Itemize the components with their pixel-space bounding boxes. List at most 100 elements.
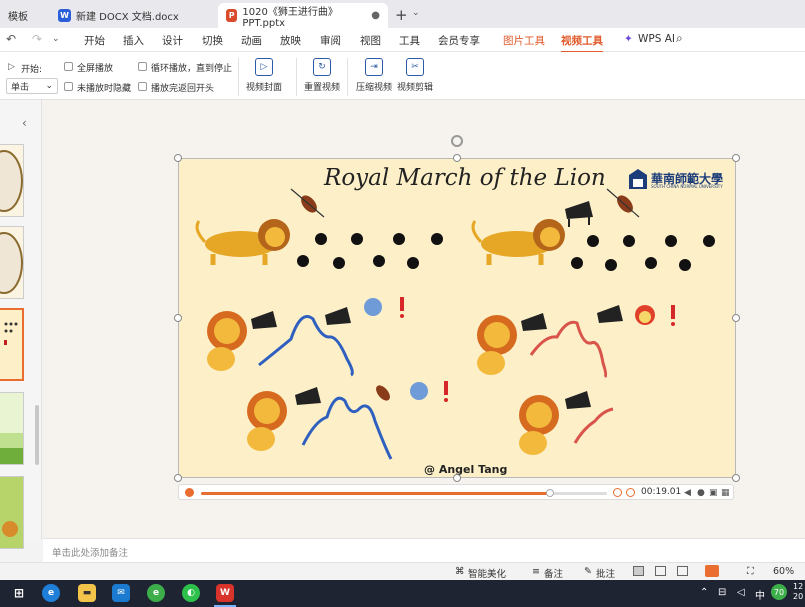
green-app-icon[interactable]: e [147, 584, 165, 602]
edge-icon[interactable]: e [42, 584, 60, 602]
tab-label: 1020《狮王进行曲》PPT.pptx [242, 6, 338, 29]
menu-start[interactable]: 开始 [84, 33, 105, 48]
menu-video-tools[interactable]: 视频工具 [561, 33, 603, 53]
video-time: 00:19.01 [641, 487, 682, 497]
bird-icon [364, 298, 382, 316]
video-slide[interactable]: Royal March of the Lion 華南師範大學 SOUTH CHI… [178, 158, 736, 478]
comments-button[interactable]: 批注 [596, 566, 615, 580]
resize-handle[interactable] [174, 154, 182, 162]
resize-handle[interactable] [174, 474, 182, 482]
sorter-view-icon[interactable] [655, 566, 666, 576]
hide-checkbox[interactable] [64, 82, 73, 91]
start-select[interactable]: 单击 ⌄ [6, 78, 58, 94]
forward-button[interactable] [626, 488, 635, 497]
notes-pane[interactable]: 单击此处添加备注 [43, 538, 805, 562]
settings-icon[interactable]: ▣ [709, 488, 718, 498]
wechat-icon[interactable]: ◐ [182, 584, 200, 602]
menu-picture-tools[interactable]: 图片工具 [503, 33, 545, 48]
redo-icon[interactable]: ↷ [32, 32, 42, 46]
menu-view[interactable]: 视图 [360, 33, 381, 48]
fit-window-icon[interactable]: ⛶ [747, 566, 754, 577]
tab-template[interactable]: 模板 [0, 3, 48, 28]
tab-docx[interactable]: W 新建 DOCX 文档.docx [50, 3, 216, 28]
resize-handle[interactable] [732, 154, 740, 162]
menu-member[interactable]: 会员专享 [438, 33, 480, 48]
slide-thumbnail[interactable] [0, 144, 24, 217]
search-icon[interactable]: ⌕ [676, 31, 683, 46]
info-icon[interactable]: ● [697, 488, 705, 498]
clock[interactable]: 12 20 [793, 582, 805, 602]
collapse-panel-icon[interactable]: ‹ [22, 116, 27, 130]
compress-video-label: 压缩视频 [356, 83, 393, 93]
menu-review[interactable]: 审阅 [320, 33, 341, 48]
menu-insert[interactable]: 插入 [123, 33, 144, 48]
video-ribbon: ▷ 开始: 单击 ⌄ 全屏播放 未播放时隐藏 循环播放，直到停止 播放完返回开头… [0, 52, 805, 100]
resize-handle[interactable] [174, 314, 182, 322]
slideshow-play-icon[interactable] [705, 565, 719, 577]
thumbnail-scrollbar[interactable] [35, 405, 39, 465]
slide-thumbnail-selected[interactable] [0, 308, 24, 381]
normal-view-icon[interactable] [633, 566, 644, 576]
lion-icon [471, 219, 565, 265]
trim-video-icon: ✂ [406, 58, 424, 76]
beautify-button[interactable]: 智能美化 [468, 566, 506, 580]
thumbnail-graphic [0, 150, 23, 212]
video-cover-label: 视频封面 [246, 83, 283, 93]
network-icon[interactable]: ⊟ [718, 587, 726, 598]
resize-handle[interactable] [732, 474, 740, 482]
tray-chevron-icon[interactable]: ⌃ [700, 587, 708, 598]
violin-icon [376, 385, 390, 401]
menu-tools[interactable]: 工具 [399, 33, 420, 48]
notes-button[interactable]: 备注 [544, 566, 563, 580]
tab-pptx[interactable]: P 1020《狮王进行曲》PPT.pptx ● [218, 3, 388, 29]
slide-thumbnail[interactable] [0, 392, 24, 465]
beautify-icon: ⌘ [455, 566, 465, 577]
loop-checkbox[interactable] [138, 62, 147, 71]
new-tab-icon[interactable]: + [395, 6, 408, 24]
tab-bar: 模板 W 新建 DOCX 文档.docx P 1020《狮王进行曲》PPT.pp… [0, 0, 805, 29]
menu-transition[interactable]: 切换 [202, 33, 223, 48]
lion-icon [477, 315, 517, 375]
menu-bar: ↶ ↷ ⌄ 开始 插入 设计 切换 动画 放映 审阅 视图 工具 会员专享 图片… [0, 28, 805, 53]
mail-icon[interactable]: ✉ [112, 584, 130, 602]
menu-slideshow[interactable]: 放映 [280, 33, 301, 48]
resize-handle[interactable] [453, 474, 461, 482]
divider [238, 58, 239, 96]
reset-video-button[interactable]: ↻ 重置视频 [304, 58, 340, 93]
weather-badge[interactable]: 70 [771, 584, 787, 600]
undo-icon[interactable]: ↶ [6, 32, 16, 46]
rotate-handle-icon[interactable] [451, 135, 463, 147]
quick-access-dropdown-icon[interactable]: ⌄ [52, 34, 60, 44]
rewind-button[interactable] [613, 488, 622, 497]
close-tab-icon[interactable]: ● [371, 10, 380, 21]
resize-handle[interactable] [732, 314, 740, 322]
resize-handle[interactable] [453, 154, 461, 162]
reading-view-icon[interactable] [677, 566, 688, 576]
compress-video-button[interactable]: ⇥ 压缩视频 [356, 58, 392, 93]
chevron-down-icon[interactable]: ⌄ [412, 8, 420, 18]
file-explorer-icon[interactable]: ▬ [78, 584, 96, 602]
windows-taskbar: ⊞ e ▬ ✉ e ◐ W ⌃ ⊟ ◁ 中 70 12 20 [0, 580, 805, 607]
menu-animation[interactable]: 动画 [241, 33, 262, 48]
slide-thumbnail[interactable] [0, 226, 24, 299]
lion-icon [207, 311, 247, 371]
speaker-icon[interactable]: ◁ [737, 587, 745, 598]
ime-indicator[interactable]: 中 [755, 587, 765, 602]
play-pause-button[interactable] [185, 488, 194, 497]
start-label: 开始: [21, 65, 43, 75]
menu-design[interactable]: 设计 [162, 33, 183, 48]
volume-icon[interactable]: ◀ [684, 488, 691, 498]
menu-wps-ai[interactable]: WPS AI [638, 33, 675, 45]
trim-video-button[interactable]: ✂ 视频剪辑 [397, 58, 433, 93]
fullscreen-checkbox[interactable] [64, 62, 73, 71]
video-progress-knob[interactable] [546, 489, 555, 497]
fullscreen-icon[interactable]: ▦ [721, 488, 730, 498]
windows-start-icon[interactable]: ⊞ [10, 584, 28, 602]
video-progress-track[interactable] [201, 489, 607, 497]
video-cover-button[interactable]: ▷ 视频封面 [246, 58, 282, 93]
rewind-checkbox[interactable] [138, 82, 147, 91]
zoom-level[interactable]: 60% [773, 566, 794, 577]
video-progress-fill [201, 492, 551, 495]
wps-icon[interactable]: W [216, 584, 234, 602]
slide-thumbnail[interactable] [0, 476, 24, 549]
